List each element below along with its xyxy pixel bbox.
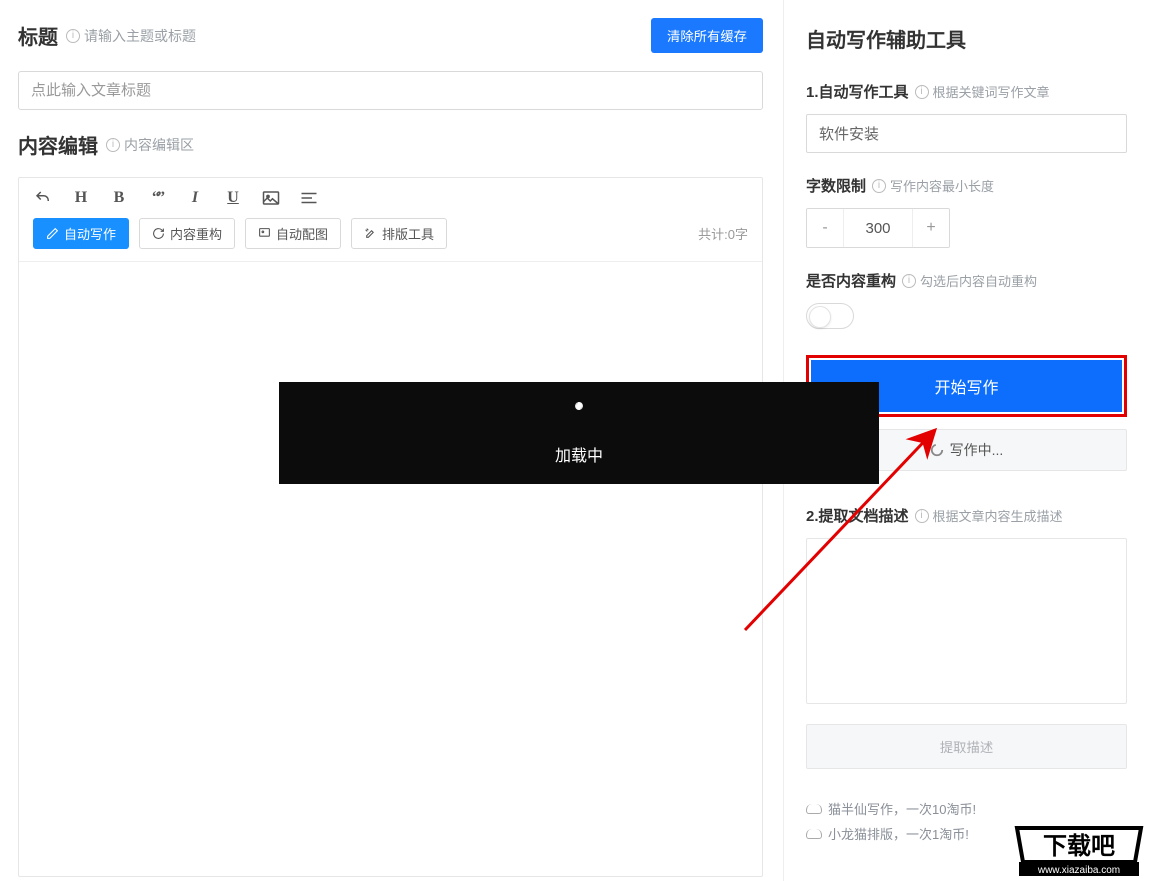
undo-icon[interactable] xyxy=(33,188,53,208)
loading-spinner-icon xyxy=(930,443,944,457)
info-icon: i xyxy=(872,179,886,193)
auto-write-section-label: 1.自动写作工具 i根据关键词写作文章 xyxy=(806,81,1127,102)
watermark-logo: 下载吧 www.xiazaiba.com xyxy=(1009,822,1149,881)
svg-text:下载吧: 下载吧 xyxy=(1043,833,1115,860)
svg-text:www.xiazaiba.com: www.xiazaiba.com xyxy=(1037,865,1120,876)
rebuild-toggle-label: 是否内容重构 i勾选后内容自动重构 xyxy=(806,270,1127,291)
image-icon[interactable] xyxy=(261,188,281,208)
info-icon: i xyxy=(66,29,80,43)
layout-tool-button[interactable]: 排版工具 xyxy=(351,218,447,249)
word-limit-input[interactable] xyxy=(843,209,913,247)
clear-cache-button[interactable]: 清除所有缓存 xyxy=(651,18,763,53)
sidebar-title: 自动写作辅助工具 xyxy=(806,24,1127,53)
content-hint: i内容编辑区 xyxy=(106,135,194,155)
word-limit-label: 字数限制 i写作内容最小长度 xyxy=(806,175,1127,196)
content-rebuild-button[interactable]: 内容重构 xyxy=(139,218,235,249)
rebuild-toggle[interactable] xyxy=(806,303,854,329)
italic-icon[interactable]: I xyxy=(185,188,205,208)
stepper-minus-button[interactable]: - xyxy=(807,209,843,247)
cloud-icon xyxy=(806,804,822,814)
word-count: 共计:0字 xyxy=(698,224,748,243)
auto-write-button[interactable]: 自动写作 xyxy=(33,218,129,249)
info-icon: i xyxy=(106,138,120,152)
format-toolbar: H B “” I U xyxy=(19,178,762,218)
quote-icon[interactable]: “” xyxy=(147,188,167,208)
auto-image-button[interactable]: 自动配图 xyxy=(245,218,341,249)
loading-text: 加载中 xyxy=(555,442,603,466)
extract-section-label: 2.提取文档描述 i根据文章内容生成描述 xyxy=(806,505,1127,526)
bold-icon[interactable]: B xyxy=(109,188,129,208)
title-header-row: 标题 i请输入主题或标题 清除所有缓存 xyxy=(18,18,763,53)
info-icon: i xyxy=(902,274,916,288)
extract-description-button[interactable]: 提取描述 xyxy=(806,724,1127,769)
content-heading: 内容编辑 xyxy=(18,130,98,159)
content-header-row: 内容编辑 i内容编辑区 xyxy=(18,130,763,159)
editor-container: H B “” I U 自动写作 内容重构 自动配图 排版工具 共计:0字 xyxy=(18,177,763,877)
word-limit-stepper: - + xyxy=(806,208,950,248)
info-icon: i xyxy=(915,509,929,523)
footer-note-1: 猫半仙写作，一次10淘币! xyxy=(806,799,1127,818)
cloud-icon xyxy=(806,829,822,839)
heading-icon[interactable]: H xyxy=(71,188,91,208)
description-textarea[interactable] xyxy=(806,538,1127,704)
title-hint: i请输入主题或标题 xyxy=(66,26,196,46)
spinner-icon xyxy=(563,400,595,432)
action-toolbar: 自动写作 内容重构 自动配图 排版工具 共计:0字 xyxy=(19,218,762,262)
underline-icon[interactable]: U xyxy=(223,188,243,208)
article-title-input[interactable] xyxy=(18,71,763,110)
title-heading: 标题 xyxy=(18,21,58,50)
keyword-input[interactable] xyxy=(806,114,1127,153)
align-icon[interactable] xyxy=(299,188,319,208)
info-icon: i xyxy=(915,85,929,99)
loading-overlay: 加载中 xyxy=(279,382,879,484)
stepper-plus-button[interactable]: + xyxy=(913,209,949,247)
